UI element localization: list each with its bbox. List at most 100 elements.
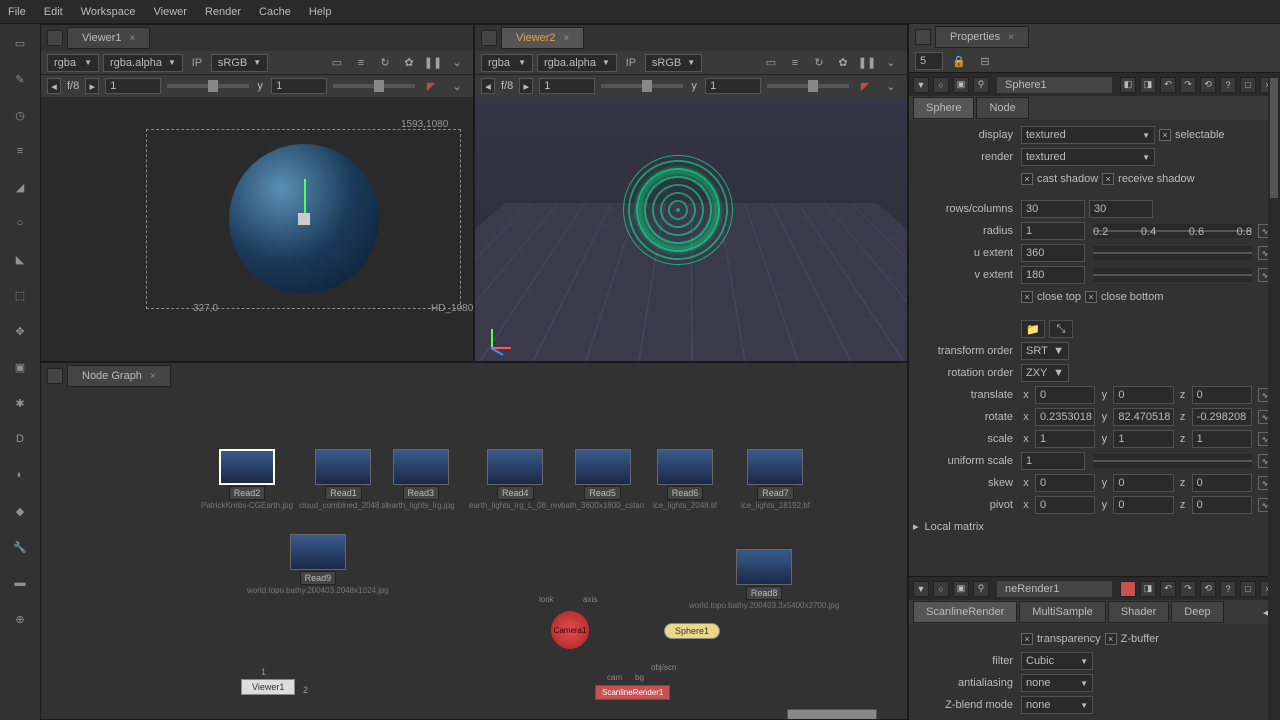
tab-deep[interactable]: Deep [1171,601,1223,623]
navigator-icon[interactable] [787,709,877,719]
scrollbar[interactable] [1268,78,1280,720]
vextent-slider[interactable] [1093,268,1252,282]
tab-node[interactable]: Node [976,97,1028,119]
sy-input[interactable]: 1 [1113,430,1173,448]
aa-select[interactable]: none▼ [1021,674,1093,692]
tz-input[interactable]: 0 [1192,386,1252,404]
collapse-icon[interactable]: ▼ [913,77,929,93]
float-icon[interactable]: ▣ [953,581,969,597]
zblend-select[interactable]: none▼ [1021,696,1093,714]
colorspace-select[interactable]: sRGB▼ [211,54,268,72]
gear-icon[interactable]: ✿ [399,54,419,72]
roi-icon[interactable]: ≡ [351,54,371,72]
node-read8[interactable]: Read8world.topo.bathy.200403.3x5400x2700… [689,549,839,610]
gain-input[interactable] [105,78,161,94]
uscale-slider[interactable] [1093,454,1252,468]
radius-input[interactable]: 1 [1021,222,1085,240]
node-read9[interactable]: Read9world.topo.bathy.200403.2048x1024.j… [247,534,389,595]
channel-select[interactable]: rgba▼ [47,54,99,72]
tab-sphere[interactable]: Sphere [913,97,974,119]
max-icon[interactable]: □ [1240,77,1256,93]
ip-button[interactable]: IP [621,54,641,72]
tool-all-icon[interactable]: ⊕ [9,608,31,630]
radius-slider[interactable]: 0.20.40.60.8 [1093,224,1252,238]
tool-transform-icon[interactable]: ✥ [9,320,31,342]
redo-icon[interactable]: ↷ [1180,581,1196,597]
tool-merge-icon[interactable]: ⬚ [9,284,31,306]
close-icon[interactable]: × [1008,32,1014,43]
gain-input[interactable] [539,78,595,94]
node-name-field[interactable]: neRender1 [997,581,1112,597]
lock-icon[interactable]: 🔒 [949,52,969,70]
nodegraph-canvas[interactable]: Camera1 Sphere1 ScanlineRender1 Viewer1 … [41,389,907,719]
channel-select[interactable]: rgba▼ [481,54,533,72]
color2-icon[interactable]: ◨ [1140,581,1156,597]
menu-render[interactable]: Render [205,6,241,18]
snap-button[interactable]: ⤡ [1049,320,1073,338]
uextent-input[interactable]: 360 [1021,244,1085,262]
tab-properties[interactable]: Properties× [935,26,1029,48]
undo-icon[interactable]: ↶ [1160,77,1176,93]
sz-input[interactable]: 1 [1192,430,1252,448]
closebottom-checkbox[interactable]: × [1085,291,1097,303]
colorspace-select[interactable]: sRGB▼ [645,54,702,72]
color-icon[interactable] [1120,581,1136,597]
gain-slider[interactable] [167,84,249,88]
render-select[interactable]: textured▼ [1021,148,1155,166]
color2-icon[interactable]: ◨ [1140,77,1156,93]
undo-icon[interactable]: ↶ [1160,581,1176,597]
display-select[interactable]: textured▼ [1021,126,1155,144]
menu-help[interactable]: Help [309,6,332,18]
close-icon[interactable]: × [564,33,570,44]
next-button[interactable]: ▸ [85,78,99,94]
prev-button[interactable]: ◂ [47,78,61,94]
uextent-slider[interactable] [1093,246,1252,260]
tool-toolsets-icon[interactable]: 🔧 [9,536,31,558]
rx-input[interactable]: 0.2353018 [1035,408,1095,426]
gamma-slider[interactable] [333,84,415,88]
max-icon[interactable]: □ [1240,581,1256,597]
clip-warning-icon[interactable]: ◤ [855,77,875,95]
chevron-down-icon[interactable]: ⌄ [881,54,901,72]
zbuffer-checkbox[interactable]: × [1105,633,1117,645]
ip-button[interactable]: IP [187,54,207,72]
rows-input[interactable]: 30 [1021,200,1085,218]
tool-particles-icon[interactable]: ✱ [9,392,31,414]
tab-shader[interactable]: Shader [1108,601,1169,623]
menu-file[interactable]: File [8,6,26,18]
tool-circle-icon[interactable]: ○ [9,212,31,234]
refresh-icon[interactable]: ↻ [809,54,829,72]
help-icon[interactable]: ? [1220,581,1236,597]
alpha-select[interactable]: rgba.alpha▼ [537,54,617,72]
transparency-checkbox[interactable]: × [1021,633,1033,645]
ky-input[interactable]: 0 [1113,474,1173,492]
center-icon[interactable]: ○ [933,581,949,597]
ty-input[interactable]: 0 [1113,386,1173,404]
menu-cache[interactable]: Cache [259,6,291,18]
castshadow-checkbox[interactable]: × [1021,173,1033,185]
help-icon[interactable]: ? [1220,77,1236,93]
tool-keyer-icon[interactable]: ◣ [9,248,31,270]
proxy-icon[interactable]: ▭ [761,54,781,72]
center-icon[interactable]: ○ [933,77,949,93]
tab-scanlinerender[interactable]: ScanlineRender [913,601,1017,623]
gamma-input[interactable] [271,78,327,94]
pause-icon[interactable]: ❚❚ [857,54,877,72]
sphere-wireframe[interactable] [623,155,733,265]
pin-icon[interactable]: ⚲ [973,581,989,597]
center-gizmo[interactable] [298,213,310,225]
uscale-input[interactable]: 1 [1021,452,1085,470]
node-read4[interactable]: Read4earth_lights_lrg_L_08_rev [469,449,562,510]
tool-box-icon[interactable]: ▣ [9,356,31,378]
pause-icon[interactable]: ❚❚ [423,54,443,72]
close-icon[interactable]: × [150,371,156,382]
torder-select[interactable]: SRT▼ [1021,342,1069,360]
tx-input[interactable]: 0 [1035,386,1095,404]
node-camera[interactable]: Camera1 [551,611,589,649]
rz-input[interactable]: -0.298208 [1192,408,1252,426]
node-read3[interactable]: Read3earth_lights_lrg.jpg [387,449,455,510]
menu-edit[interactable]: Edit [44,6,63,18]
file-button[interactable]: 📁 [1021,320,1045,338]
tool-brush-icon[interactable]: ✎ [9,68,31,90]
py-input[interactable]: 0 [1113,496,1173,514]
